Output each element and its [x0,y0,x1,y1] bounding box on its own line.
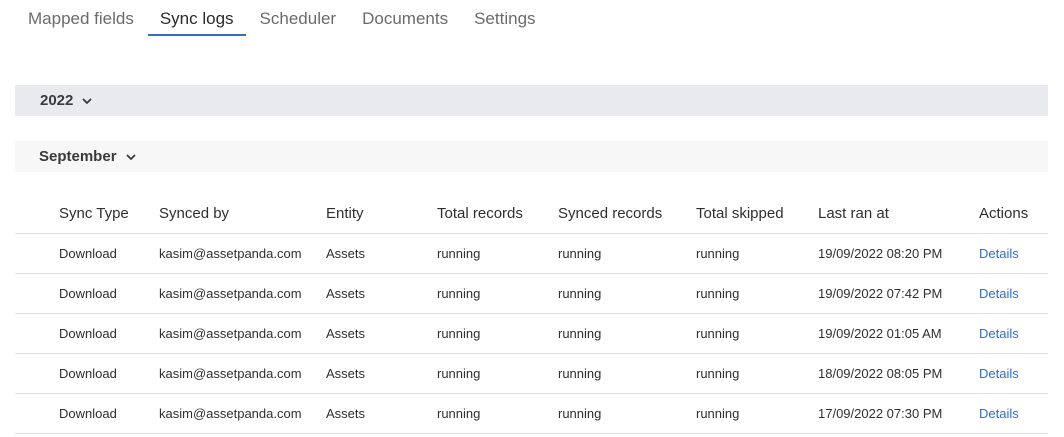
sync-logs-table: Sync Type Synced by Entity Total records… [15,194,1048,434]
column-header-synced-records: Synced records [558,194,696,234]
cell-synced-records: running [558,233,696,274]
month-label: September [39,148,117,165]
table-row: Download kasim@assetpanda.com Assets run… [15,353,1048,394]
cell-sync-type: Download [15,233,159,274]
cell-synced-records: running [558,273,696,314]
column-header-actions: Actions [979,194,1048,234]
cell-synced-by: kasim@assetpanda.com [159,353,326,394]
cell-sync-type: Download [15,313,159,354]
column-header-total-skipped: Total skipped [696,194,818,234]
tab-scheduler[interactable]: Scheduler [260,8,337,36]
table-header-row: Sync Type Synced by Entity Total records… [15,194,1048,234]
cell-entity: Assets [326,393,437,434]
cell-synced-records: running [558,353,696,394]
cell-total-records: running [437,273,558,314]
cell-sync-type: Download [15,393,159,434]
tab-mapped-fields[interactable]: Mapped fields [28,8,134,36]
details-link[interactable]: Details [979,286,1019,301]
cell-total-records: running [437,233,558,274]
cell-synced-by: kasim@assetpanda.com [159,313,326,354]
tab-documents[interactable]: Documents [362,8,448,36]
details-link[interactable]: Details [979,366,1019,381]
table-row: Download kasim@assetpanda.com Assets run… [15,273,1048,314]
cell-total-skipped: running [696,313,818,354]
chevron-down-icon [126,154,135,160]
column-header-entity: Entity [326,194,437,234]
chevron-down-icon [82,98,92,104]
cell-last-ran-at: 19/09/2022 08:20 PM [818,233,979,274]
tab-settings[interactable]: Settings [474,8,535,36]
cell-entity: Assets [326,233,437,274]
details-link[interactable]: Details [979,406,1019,421]
table-row: Download kasim@assetpanda.com Assets run… [15,313,1048,354]
cell-total-records: running [437,313,558,354]
month-group-header: September [15,141,1048,172]
column-header-sync-type: Sync Type [15,194,159,234]
cell-last-ran-at: 19/09/2022 07:42 PM [818,273,979,314]
details-link[interactable]: Details [979,326,1019,341]
tab-bar: Mapped fields Sync logs Scheduler Docume… [28,8,562,36]
cell-total-skipped: running [696,233,818,274]
column-header-total-records: Total records [437,194,558,234]
cell-last-ran-at: 18/09/2022 08:05 PM [818,353,979,394]
cell-total-skipped: running [696,273,818,314]
cell-entity: Assets [326,353,437,394]
cell-synced-by: kasim@assetpanda.com [159,233,326,274]
cell-sync-type: Download [15,273,159,314]
column-header-last-ran-at: Last ran at [818,194,979,234]
cell-last-ran-at: 19/09/2022 01:05 AM [818,313,979,354]
cell-last-ran-at: 17/09/2022 07:30 PM [818,393,979,434]
cell-total-records: running [437,393,558,434]
cell-total-skipped: running [696,393,818,434]
month-toggle[interactable]: September [39,148,138,165]
column-header-synced-by: Synced by [159,194,326,234]
cell-entity: Assets [326,273,437,314]
cell-total-skipped: running [696,353,818,394]
year-group-header: 2022 [15,85,1048,116]
year-label: 2022 [40,92,74,109]
cell-entity: Assets [326,313,437,354]
table-row: Download kasim@assetpanda.com Assets run… [15,393,1048,434]
tab-sync-logs[interactable]: Sync logs [147,8,246,36]
cell-total-records: running [437,353,558,394]
cell-synced-records: running [558,313,696,354]
cell-synced-by: kasim@assetpanda.com [159,273,326,314]
cell-sync-type: Download [15,353,159,394]
cell-synced-by: kasim@assetpanda.com [159,393,326,434]
year-toggle[interactable]: 2022 [40,92,94,109]
details-link[interactable]: Details [979,246,1019,261]
cell-synced-records: running [558,393,696,434]
table-row: Download kasim@assetpanda.com Assets run… [15,233,1048,274]
